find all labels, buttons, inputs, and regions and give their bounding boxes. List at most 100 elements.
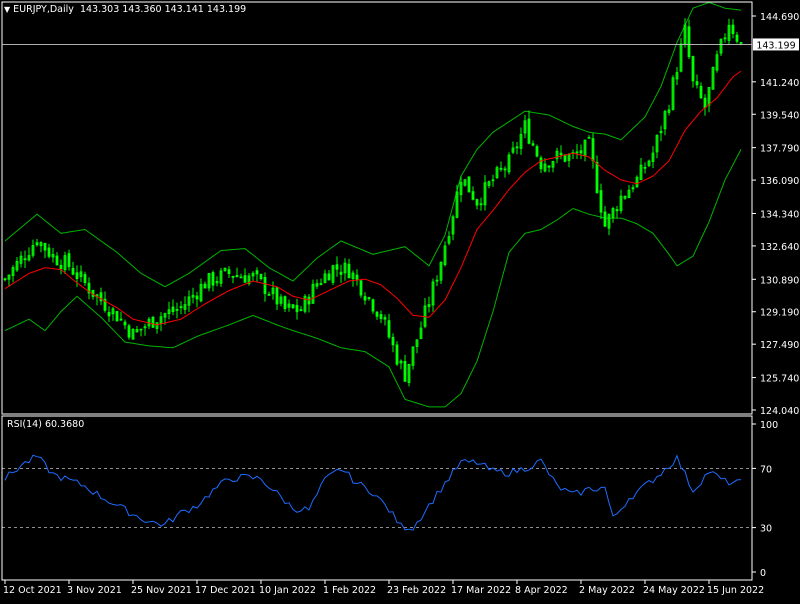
price-tick-label: 144.690	[760, 12, 799, 23]
candle	[507, 152, 511, 175]
candle-body	[291, 304, 295, 309]
candle-body	[539, 157, 543, 170]
price-tick-label: 139.540	[760, 110, 799, 121]
candle-body	[535, 146, 539, 157]
candle	[635, 175, 639, 188]
candle	[331, 264, 335, 285]
candle-body	[283, 296, 287, 310]
triangle-down-icon[interactable]: ▼	[4, 5, 10, 14]
candle-body	[75, 272, 79, 280]
candle-body	[591, 138, 595, 162]
candle-body	[107, 311, 111, 317]
time-tick-label: 8 Apr 2022	[515, 585, 568, 596]
candle-body	[275, 287, 279, 305]
candle-body	[231, 275, 235, 278]
candle-body	[435, 279, 439, 282]
candle-body	[355, 274, 359, 280]
candle-body	[259, 274, 263, 280]
candle-body	[115, 311, 119, 322]
candle-body	[327, 273, 331, 281]
chart-window: 144.690 141.240 139.540 137.790 136.090 134.3…	[0, 0, 800, 600]
candle-body	[23, 258, 27, 261]
candle-body	[211, 272, 215, 286]
rsi-tick-label: 30	[760, 524, 772, 535]
candle-body	[731, 24, 735, 35]
candle-body	[367, 297, 371, 299]
candle-body	[699, 85, 703, 99]
time-tick-label: 17 Dec 2021	[195, 585, 256, 596]
time-tick-label: 25 Nov 2021	[131, 585, 192, 596]
rsi-title: RSI(14) 60.3680	[7, 419, 85, 430]
candle-body	[467, 176, 471, 193]
time-tick-label: 17 Mar 2022	[451, 585, 511, 596]
candle-body	[263, 277, 267, 294]
candle-body	[119, 318, 123, 321]
candle-body	[475, 199, 479, 206]
candle-body	[267, 293, 271, 296]
time-tick-label: 12 Oct 2021	[3, 585, 62, 596]
candle	[535, 144, 539, 158]
candle-body	[43, 242, 47, 251]
candle	[115, 310, 119, 322]
candle-body	[35, 242, 39, 246]
candle-body	[379, 314, 383, 319]
candle-body	[375, 311, 379, 317]
candle-body	[3, 278, 7, 281]
candle	[151, 316, 155, 328]
price-tick-label: 141.240	[760, 78, 799, 89]
candle-body	[319, 283, 323, 285]
price-tick-label: 136.090	[760, 176, 799, 187]
candle-body	[55, 255, 59, 266]
candle-body	[603, 211, 607, 227]
candle-body	[171, 306, 175, 313]
candle-body	[295, 304, 299, 313]
candle-body	[67, 253, 71, 268]
time-tick-label: 23 Feb 2022	[387, 585, 446, 596]
time-tick-label: 24 May 2022	[643, 585, 705, 596]
time-tick-label: 15 Jun 2022	[707, 585, 764, 596]
candle-body	[227, 269, 231, 275]
candle-body	[471, 191, 475, 200]
candle-body	[687, 26, 691, 58]
candle-body	[403, 360, 407, 382]
candle-body	[631, 187, 635, 190]
rsi-tick-label: 100	[760, 420, 778, 431]
time-tick-label: 1 Feb 2022	[323, 585, 376, 596]
price-tick-label: 129.190	[760, 308, 799, 319]
candle	[495, 165, 499, 180]
candle	[131, 328, 135, 340]
candle-body	[691, 56, 695, 82]
candle-body	[575, 151, 579, 154]
rsi-tick-label: 70	[760, 464, 772, 475]
chart-canvas: 144.690 141.240 139.540 137.790 136.090 134.3…	[0, 0, 800, 600]
candle-body	[547, 165, 551, 168]
chart-title: ▼ EURJPY,Daily 143.303 143.360 143.141 14…	[4, 4, 246, 15]
price-tick-label: 137.790	[760, 144, 799, 155]
candle-body	[579, 150, 583, 154]
candle-body	[195, 295, 199, 300]
candle-body	[359, 280, 363, 296]
candle-body	[391, 336, 395, 346]
candle	[711, 66, 715, 90]
candle	[467, 176, 471, 193]
price-tick-label: 124.040	[760, 406, 799, 417]
candle-body	[335, 264, 339, 270]
candle-body	[47, 247, 51, 257]
candle-body	[299, 309, 303, 312]
candle-body	[703, 97, 707, 108]
candle	[719, 38, 723, 56]
candle-body	[735, 34, 739, 42]
price-tick-label: 125.740	[760, 374, 799, 385]
candle	[127, 323, 131, 340]
candle-body	[395, 344, 399, 365]
candle-body	[559, 152, 563, 156]
candle-body	[243, 275, 247, 283]
candle	[359, 279, 363, 298]
candle-body	[563, 154, 567, 162]
price-tick-label: 130.890	[760, 275, 799, 286]
candle-body	[71, 267, 75, 275]
candle	[303, 294, 307, 314]
candle-body	[347, 263, 351, 279]
current-price-label: 143.199	[756, 40, 795, 51]
candle	[671, 75, 675, 111]
